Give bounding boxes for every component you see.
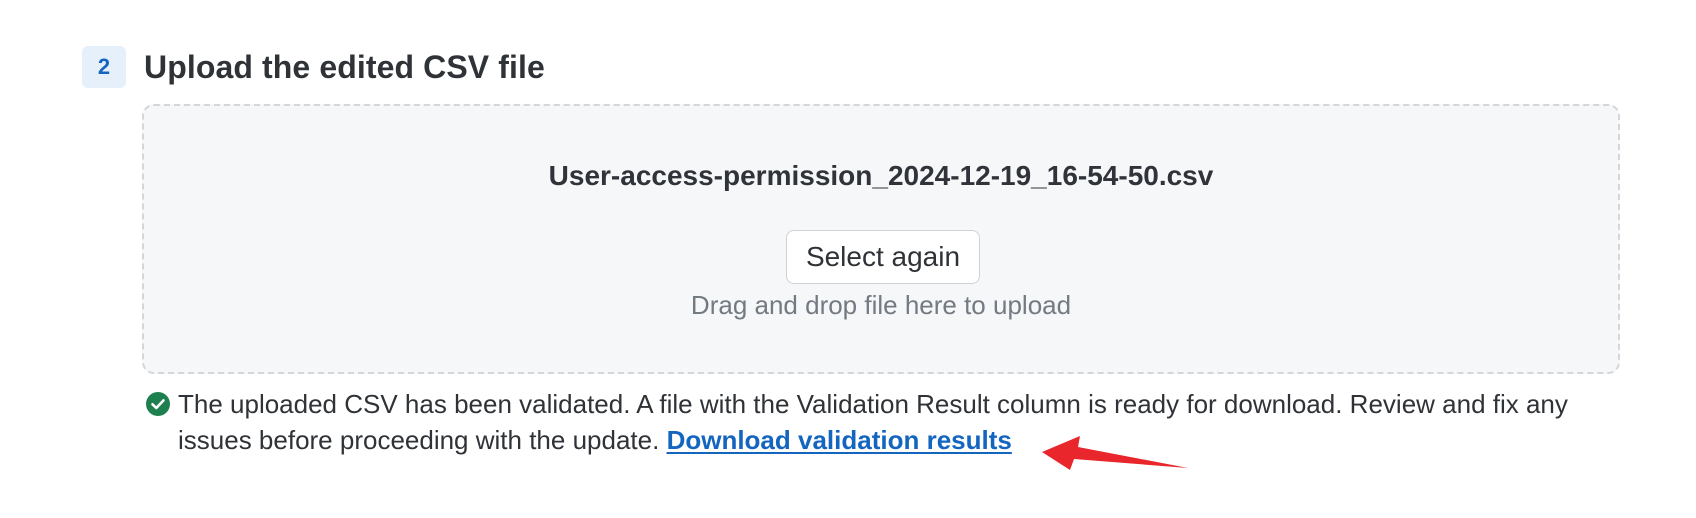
- download-validation-results-link[interactable]: Download validation results: [667, 425, 1012, 455]
- validation-text: The uploaded CSV has been validated. A f…: [178, 386, 1616, 458]
- selected-file-name: User-access-permission_2024-12-19_16-54-…: [548, 160, 1214, 191]
- check-circle-icon: [146, 392, 170, 416]
- validation-message: The uploaded CSV has been validated. A f…: [146, 386, 1616, 458]
- select-again-button[interactable]: Select again: [786, 230, 980, 284]
- step-header: 2 Upload the edited CSV file: [82, 46, 545, 88]
- step-title: Upload the edited CSV file: [144, 48, 545, 85]
- drag-drop-hint: Drag and drop file here to upload: [690, 290, 1072, 320]
- step-number-badge: 2: [82, 46, 126, 88]
- file-dropzone[interactable]: User-access-permission_2024-12-19_16-54-…: [142, 104, 1620, 374]
- red-arrow-annotation-icon: [1042, 436, 1188, 470]
